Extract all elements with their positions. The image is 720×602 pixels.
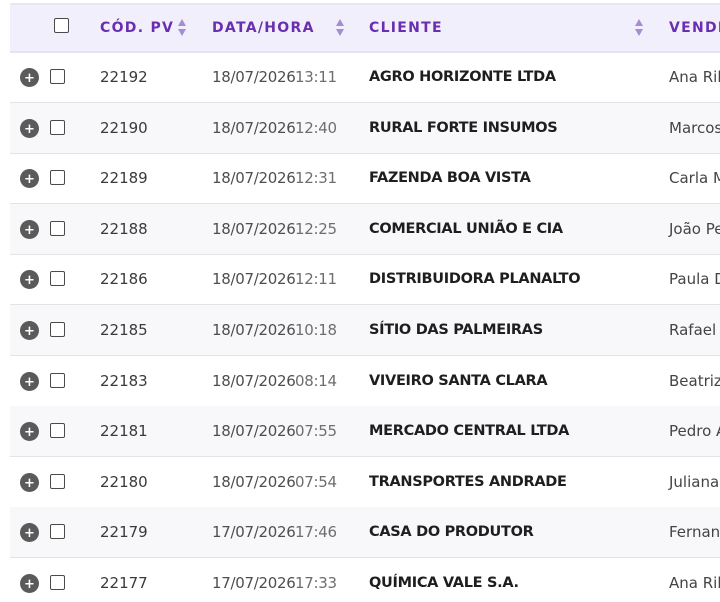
order-code: 22179 xyxy=(100,523,148,542)
select-all-checkbox[interactable] xyxy=(54,18,69,33)
expand-row-icon[interactable]: + xyxy=(20,270,39,290)
order-date: 18/07/2026 xyxy=(212,321,296,339)
seller-name: Ana Rib xyxy=(669,574,720,592)
order-time: 12:40 xyxy=(295,118,337,137)
client-name: TRANSPORTES ANDRADE xyxy=(369,473,567,490)
row-checkbox[interactable] xyxy=(50,575,65,590)
table-row[interactable]: +22181 18/07/2026 07:55 MERCADO CENTRAL LTD… xyxy=(10,406,720,458)
table-row[interactable]: +22190 18/07/2026 12:40 RURAL FORTE INSUMOS… xyxy=(10,102,720,154)
order-date: 18/07/2026 xyxy=(212,68,296,86)
expand-row-icon[interactable]: + xyxy=(20,371,39,391)
order-date: 18/07/2026 xyxy=(212,422,296,441)
client-name: COMERCIAL UNIÃO E CIA xyxy=(369,220,563,237)
seller-name: Carla M xyxy=(669,169,720,188)
order-time: 08:14 xyxy=(295,371,337,390)
table-row[interactable]: +22185 18/07/2026 10:18 SÍTIO DAS PALMEIRAS… xyxy=(10,305,720,356)
row-checkbox[interactable] xyxy=(50,322,65,337)
row-checkbox[interactable] xyxy=(50,423,65,439)
seller-name: Pedro A xyxy=(669,422,720,441)
order-date: 18/07/2026 xyxy=(212,169,296,188)
seller-name: Marcos xyxy=(669,118,720,137)
row-checkbox[interactable] xyxy=(50,473,65,489)
order-time: 12:11 xyxy=(295,270,337,289)
seller-name: Beatriz xyxy=(669,371,720,390)
order-code: 22186 xyxy=(100,270,148,289)
table-header: CÓD. PV DATA/HORA CLIENTE VENDE xyxy=(10,5,720,53)
expand-row-icon[interactable]: + xyxy=(20,574,39,593)
row-checkbox[interactable] xyxy=(50,69,65,84)
row-checkbox[interactable] xyxy=(50,524,65,540)
column-header-client[interactable]: CLIENTE xyxy=(369,5,443,51)
client-name: MERCADO CENTRAL LTDA xyxy=(369,423,570,440)
client-name: AGRO HORIZONTE LTDA xyxy=(369,69,556,85)
client-name: QUÍMICA VALE S.A. xyxy=(369,575,519,591)
order-time: 12:31 xyxy=(295,169,337,188)
row-checkbox[interactable] xyxy=(50,271,65,287)
sort-code-icon[interactable] xyxy=(178,19,188,39)
order-code: 22188 xyxy=(100,219,148,238)
order-time: 13:11 xyxy=(295,68,337,86)
expand-row-icon[interactable]: + xyxy=(20,118,39,138)
column-header-seller[interactable]: VENDE xyxy=(669,5,720,51)
client-name: DISTRIBUIDORA PLANALTO xyxy=(369,271,581,288)
table-row[interactable]: +22186 18/07/2026 12:11 DISTRIBUIDORA PLANA… xyxy=(10,254,720,306)
order-time: 17:46 xyxy=(295,523,337,542)
expand-row-icon[interactable]: + xyxy=(20,321,39,340)
expand-row-icon[interactable]: + xyxy=(20,219,39,239)
order-time: 07:54 xyxy=(295,472,337,491)
client-name: RURAL FORTE INSUMOS xyxy=(369,119,558,136)
order-code: 22185 xyxy=(100,321,148,339)
expand-row-icon[interactable]: + xyxy=(20,68,39,87)
order-date: 18/07/2026 xyxy=(212,118,296,137)
order-date: 18/07/2026 xyxy=(212,270,296,289)
sort-client-icon[interactable] xyxy=(635,19,645,39)
column-header-datetime[interactable]: DATA/HORA xyxy=(212,5,315,51)
order-code: 22177 xyxy=(100,574,148,592)
client-name: VIVEIRO SANTA CLARA xyxy=(369,372,548,389)
seller-name: Paula D xyxy=(669,270,720,289)
order-time: 10:18 xyxy=(295,321,337,339)
order-code: 22192 xyxy=(100,68,148,86)
seller-name: Rafael C xyxy=(669,321,720,339)
order-code: 22180 xyxy=(100,472,148,491)
order-code: 22181 xyxy=(100,422,148,441)
client-name: CASA DO PRODUTOR xyxy=(369,524,534,541)
order-date: 18/07/2026 xyxy=(212,371,296,390)
order-date: 17/07/2026 xyxy=(212,574,296,592)
table-row[interactable]: +22179 17/07/2026 17:46 CASA DO PRODUTOR Fer… xyxy=(10,507,720,559)
seller-name: Fernanc xyxy=(669,523,720,542)
table-row[interactable]: +22189 18/07/2026 12:31 FAZENDA BOA VISTA Ca… xyxy=(10,153,720,205)
table-row[interactable]: +22177 17/07/2026 17:33 QUÍMICA VALE S.A. An… xyxy=(10,558,720,602)
row-checkbox[interactable] xyxy=(50,372,65,388)
client-name: FAZENDA BOA VISTA xyxy=(369,170,531,187)
seller-name: João Pe xyxy=(669,219,720,238)
expand-row-icon[interactable]: + xyxy=(20,523,39,543)
table-row[interactable]: +22192 18/07/2026 13:11 AGRO HORIZONTE LTDA… xyxy=(10,52,720,103)
order-date: 17/07/2026 xyxy=(212,523,296,542)
expand-row-icon[interactable]: + xyxy=(20,422,39,442)
table-row[interactable]: +22180 18/07/2026 07:54 TRANSPORTES ANDRADE… xyxy=(10,457,720,508)
seller-name: Juliana xyxy=(669,472,720,491)
table-row[interactable]: +22183 18/07/2026 08:14 VIVEIRO SANTA CLARA… xyxy=(10,356,720,407)
client-name: SÍTIO DAS PALMEIRAS xyxy=(369,322,543,338)
order-time: 07:55 xyxy=(295,422,337,441)
row-checkbox[interactable] xyxy=(50,170,65,186)
orders-table-page: CÓD. PV DATA/HORA CLIENTE VENDE +22192 18… xyxy=(0,0,720,602)
expand-row-icon[interactable]: + xyxy=(20,472,39,492)
column-header-code[interactable]: CÓD. PV xyxy=(100,5,174,51)
expand-row-icon[interactable]: + xyxy=(20,169,39,189)
seller-name: Ana Rib xyxy=(669,68,720,86)
order-time: 12:25 xyxy=(295,219,337,238)
order-date: 18/07/2026 xyxy=(212,219,296,238)
order-code: 22183 xyxy=(100,371,148,390)
order-date: 18/07/2026 xyxy=(212,472,296,491)
order-code: 22190 xyxy=(100,118,148,137)
row-checkbox[interactable] xyxy=(50,119,65,135)
table-row[interactable]: +22188 18/07/2026 12:25 COMERCIAL UNIÃO E C… xyxy=(10,203,720,255)
order-code: 22189 xyxy=(100,169,148,188)
order-time: 17:33 xyxy=(295,574,337,592)
row-checkbox[interactable] xyxy=(50,220,65,236)
sort-datetime-icon[interactable] xyxy=(336,19,346,39)
